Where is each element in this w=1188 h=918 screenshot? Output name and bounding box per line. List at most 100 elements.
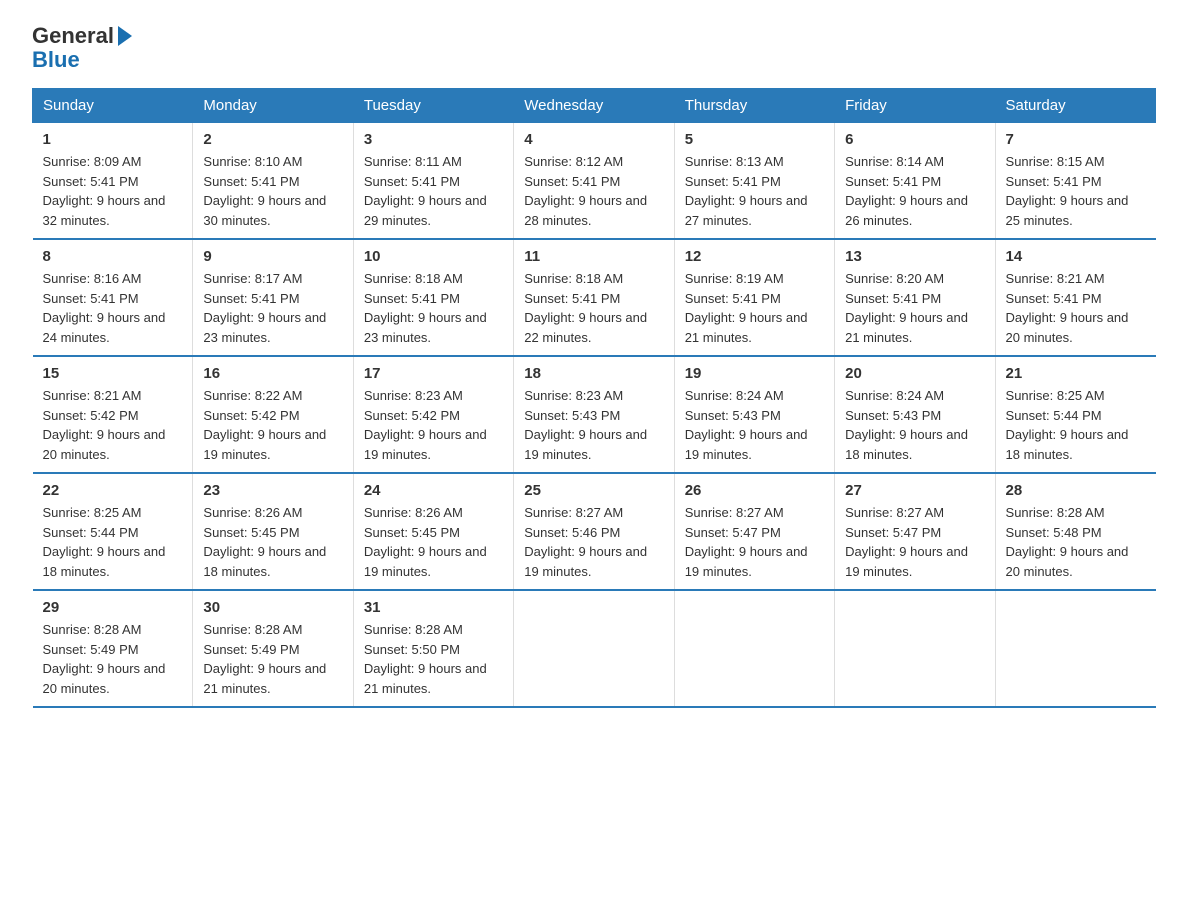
calendar-cell <box>674 590 834 707</box>
day-info: Sunrise: 8:24 AMSunset: 5:43 PMDaylight:… <box>845 388 968 462</box>
day-number: 3 <box>364 131 503 148</box>
day-info: Sunrise: 8:26 AMSunset: 5:45 PMDaylight:… <box>203 505 326 579</box>
day-info: Sunrise: 8:27 AMSunset: 5:46 PMDaylight:… <box>524 505 647 579</box>
logo-arrow-icon <box>118 26 132 46</box>
day-number: 25 <box>524 482 663 499</box>
day-number: 23 <box>203 482 342 499</box>
weekday-header-friday: Friday <box>835 89 995 123</box>
day-info: Sunrise: 8:26 AMSunset: 5:45 PMDaylight:… <box>364 505 487 579</box>
calendar-cell: 24 Sunrise: 8:26 AMSunset: 5:45 PMDaylig… <box>353 473 513 590</box>
day-info: Sunrise: 8:22 AMSunset: 5:42 PMDaylight:… <box>203 388 326 462</box>
calendar-cell: 26 Sunrise: 8:27 AMSunset: 5:47 PMDaylig… <box>674 473 834 590</box>
day-info: Sunrise: 8:17 AMSunset: 5:41 PMDaylight:… <box>203 271 326 345</box>
day-number: 17 <box>364 365 503 382</box>
day-number: 12 <box>685 248 824 265</box>
day-number: 31 <box>364 599 503 616</box>
day-number: 27 <box>845 482 984 499</box>
day-info: Sunrise: 8:20 AMSunset: 5:41 PMDaylight:… <box>845 271 968 345</box>
day-info: Sunrise: 8:14 AMSunset: 5:41 PMDaylight:… <box>845 154 968 228</box>
day-info: Sunrise: 8:19 AMSunset: 5:41 PMDaylight:… <box>685 271 808 345</box>
day-info: Sunrise: 8:24 AMSunset: 5:43 PMDaylight:… <box>685 388 808 462</box>
day-number: 29 <box>43 599 183 616</box>
day-number: 15 <box>43 365 183 382</box>
calendar-cell: 18 Sunrise: 8:23 AMSunset: 5:43 PMDaylig… <box>514 356 674 473</box>
day-info: Sunrise: 8:12 AMSunset: 5:41 PMDaylight:… <box>524 154 647 228</box>
calendar-header: SundayMondayTuesdayWednesdayThursdayFrid… <box>33 89 1156 123</box>
calendar-cell <box>995 590 1155 707</box>
day-number: 16 <box>203 365 342 382</box>
day-info: Sunrise: 8:21 AMSunset: 5:41 PMDaylight:… <box>1006 271 1129 345</box>
calendar-cell: 27 Sunrise: 8:27 AMSunset: 5:47 PMDaylig… <box>835 473 995 590</box>
calendar-cell: 22 Sunrise: 8:25 AMSunset: 5:44 PMDaylig… <box>33 473 193 590</box>
day-number: 28 <box>1006 482 1146 499</box>
day-number: 4 <box>524 131 663 148</box>
day-info: Sunrise: 8:21 AMSunset: 5:42 PMDaylight:… <box>43 388 166 462</box>
calendar-cell: 9 Sunrise: 8:17 AMSunset: 5:41 PMDayligh… <box>193 239 353 356</box>
day-number: 19 <box>685 365 824 382</box>
page-header: General Blue <box>32 24 1156 72</box>
calendar-cell: 16 Sunrise: 8:22 AMSunset: 5:42 PMDaylig… <box>193 356 353 473</box>
calendar-cell: 1 Sunrise: 8:09 AMSunset: 5:41 PMDayligh… <box>33 123 193 240</box>
calendar-cell: 28 Sunrise: 8:28 AMSunset: 5:48 PMDaylig… <box>995 473 1155 590</box>
day-number: 22 <box>43 482 183 499</box>
calendar-cell: 7 Sunrise: 8:15 AMSunset: 5:41 PMDayligh… <box>995 123 1155 240</box>
day-number: 11 <box>524 248 663 265</box>
day-info: Sunrise: 8:28 AMSunset: 5:49 PMDaylight:… <box>203 622 326 696</box>
day-number: 30 <box>203 599 342 616</box>
weekday-header-sunday: Sunday <box>33 89 193 123</box>
calendar-cell: 4 Sunrise: 8:12 AMSunset: 5:41 PMDayligh… <box>514 123 674 240</box>
day-number: 2 <box>203 131 342 148</box>
day-number: 1 <box>43 131 183 148</box>
calendar-cell: 15 Sunrise: 8:21 AMSunset: 5:42 PMDaylig… <box>33 356 193 473</box>
calendar-cell: 6 Sunrise: 8:14 AMSunset: 5:41 PMDayligh… <box>835 123 995 240</box>
calendar-cell: 19 Sunrise: 8:24 AMSunset: 5:43 PMDaylig… <box>674 356 834 473</box>
day-number: 18 <box>524 365 663 382</box>
calendar-cell: 23 Sunrise: 8:26 AMSunset: 5:45 PMDaylig… <box>193 473 353 590</box>
day-number: 21 <box>1006 365 1146 382</box>
calendar-cell: 14 Sunrise: 8:21 AMSunset: 5:41 PMDaylig… <box>995 239 1155 356</box>
day-info: Sunrise: 8:13 AMSunset: 5:41 PMDaylight:… <box>685 154 808 228</box>
logo: General Blue <box>32 24 132 72</box>
calendar-week-row: 22 Sunrise: 8:25 AMSunset: 5:44 PMDaylig… <box>33 473 1156 590</box>
day-info: Sunrise: 8:16 AMSunset: 5:41 PMDaylight:… <box>43 271 166 345</box>
day-info: Sunrise: 8:18 AMSunset: 5:41 PMDaylight:… <box>364 271 487 345</box>
calendar-cell: 2 Sunrise: 8:10 AMSunset: 5:41 PMDayligh… <box>193 123 353 240</box>
calendar-week-row: 1 Sunrise: 8:09 AMSunset: 5:41 PMDayligh… <box>33 123 1156 240</box>
day-number: 5 <box>685 131 824 148</box>
calendar-cell <box>514 590 674 707</box>
calendar-cell: 25 Sunrise: 8:27 AMSunset: 5:46 PMDaylig… <box>514 473 674 590</box>
logo-blue-text: Blue <box>32 48 132 72</box>
day-number: 26 <box>685 482 824 499</box>
calendar-cell: 20 Sunrise: 8:24 AMSunset: 5:43 PMDaylig… <box>835 356 995 473</box>
day-number: 6 <box>845 131 984 148</box>
day-info: Sunrise: 8:28 AMSunset: 5:49 PMDaylight:… <box>43 622 166 696</box>
calendar-cell: 31 Sunrise: 8:28 AMSunset: 5:50 PMDaylig… <box>353 590 513 707</box>
calendar-cell: 10 Sunrise: 8:18 AMSunset: 5:41 PMDaylig… <box>353 239 513 356</box>
weekday-header-tuesday: Tuesday <box>353 89 513 123</box>
day-number: 14 <box>1006 248 1146 265</box>
day-info: Sunrise: 8:25 AMSunset: 5:44 PMDaylight:… <box>1006 388 1129 462</box>
day-number: 7 <box>1006 131 1146 148</box>
day-info: Sunrise: 8:27 AMSunset: 5:47 PMDaylight:… <box>845 505 968 579</box>
calendar-cell: 13 Sunrise: 8:20 AMSunset: 5:41 PMDaylig… <box>835 239 995 356</box>
day-info: Sunrise: 8:27 AMSunset: 5:47 PMDaylight:… <box>685 505 808 579</box>
day-number: 20 <box>845 365 984 382</box>
calendar-cell: 17 Sunrise: 8:23 AMSunset: 5:42 PMDaylig… <box>353 356 513 473</box>
day-number: 10 <box>364 248 503 265</box>
calendar-cell: 8 Sunrise: 8:16 AMSunset: 5:41 PMDayligh… <box>33 239 193 356</box>
calendar-body: 1 Sunrise: 8:09 AMSunset: 5:41 PMDayligh… <box>33 123 1156 708</box>
day-info: Sunrise: 8:25 AMSunset: 5:44 PMDaylight:… <box>43 505 166 579</box>
calendar-cell: 30 Sunrise: 8:28 AMSunset: 5:49 PMDaylig… <box>193 590 353 707</box>
weekday-header-thursday: Thursday <box>674 89 834 123</box>
weekday-header-saturday: Saturday <box>995 89 1155 123</box>
day-info: Sunrise: 8:09 AMSunset: 5:41 PMDaylight:… <box>43 154 166 228</box>
calendar-cell: 12 Sunrise: 8:19 AMSunset: 5:41 PMDaylig… <box>674 239 834 356</box>
calendar-cell: 21 Sunrise: 8:25 AMSunset: 5:44 PMDaylig… <box>995 356 1155 473</box>
calendar-week-row: 15 Sunrise: 8:21 AMSunset: 5:42 PMDaylig… <box>33 356 1156 473</box>
logo-general-text: General <box>32 24 114 48</box>
day-info: Sunrise: 8:10 AMSunset: 5:41 PMDaylight:… <box>203 154 326 228</box>
weekday-header-row: SundayMondayTuesdayWednesdayThursdayFrid… <box>33 89 1156 123</box>
day-number: 9 <box>203 248 342 265</box>
calendar-cell: 29 Sunrise: 8:28 AMSunset: 5:49 PMDaylig… <box>33 590 193 707</box>
calendar-week-row: 8 Sunrise: 8:16 AMSunset: 5:41 PMDayligh… <box>33 239 1156 356</box>
